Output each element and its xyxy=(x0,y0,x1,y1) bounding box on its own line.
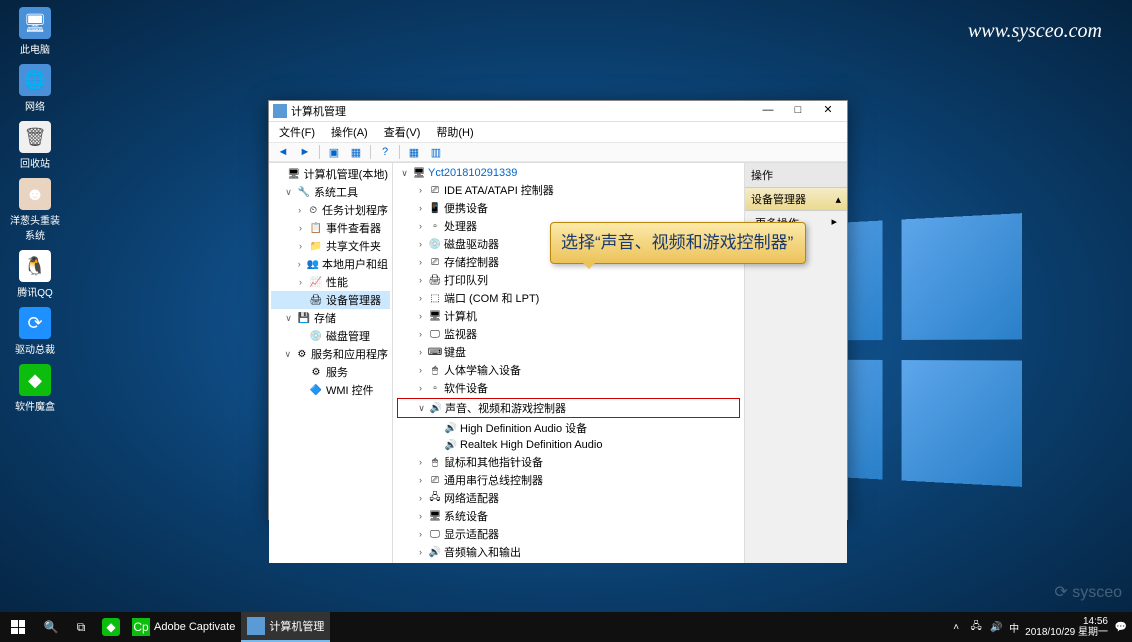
tree-services[interactable]: ⚙服务 xyxy=(271,363,390,381)
taskbar-captivate[interactable]: CpAdobe Captivate xyxy=(126,612,241,642)
taskbar: 🔍 ⧉ ◆ CpAdobe Captivate 计算机管理 ˄ 🖧 🔊 中 14… xyxy=(0,612,1132,642)
dev-hda[interactable]: 🔊High Definition Audio 设备 xyxy=(393,419,744,437)
this-pc-icon[interactable]: 🖥此电脑 xyxy=(5,5,65,58)
tree-performance[interactable]: ›📈性能 xyxy=(271,273,390,291)
tree-disk-management[interactable]: 💿磁盘管理 xyxy=(271,327,390,345)
dev-display[interactable]: ›🖵显示适配器 xyxy=(393,525,744,543)
tree-shared-folders[interactable]: ›📁共享文件夹 xyxy=(271,237,390,255)
app-launcher-button[interactable]: ◆ xyxy=(96,612,126,642)
tree-root[interactable]: 🖥计算机管理(本地) xyxy=(271,165,390,183)
chevron-right-icon: ▸ xyxy=(831,215,837,231)
tree-local-users[interactable]: ›👥本地用户和组 xyxy=(271,255,390,273)
desktop-icons: 🖥此电脑 🌐网络 🗑回收站 ☻洋葱头重装系统 🐧腾讯QQ ⟳驱动总裁 ◆软件魔盒 xyxy=(5,5,65,415)
dev-mice[interactable]: ›🖱鼠标和其他指针设备 xyxy=(393,453,744,471)
taskbar-clock[interactable]: 14:56 2018/10/29 星期一 xyxy=(1025,616,1108,638)
dev-keyboards[interactable]: ›⌨键盘 xyxy=(393,343,744,361)
toolbar: ◄ ► ▣ ▦ ? ▦ ▥ xyxy=(269,142,847,162)
dev-usb[interactable]: ›⎚通用串行总线控制器 xyxy=(393,471,744,489)
help-button[interactable]: ? xyxy=(375,143,395,161)
task-view-button[interactable]: ⧉ xyxy=(66,612,96,642)
view-button[interactable]: ▦ xyxy=(346,143,366,161)
dev-root[interactable]: ∨🖥Yct201810291339 xyxy=(393,165,744,181)
onion-reinstall-icon[interactable]: ☻洋葱头重装系统 xyxy=(5,176,65,244)
dev-realtek[interactable]: 🔊Realtek High Definition Audio xyxy=(393,437,744,453)
menu-view[interactable]: 查看(V) xyxy=(378,122,427,142)
search-button[interactable]: 🔍 xyxy=(36,612,66,642)
computer-management-window: 计算机管理 — □ ✕ 文件(F) 操作(A) 查看(V) 帮助(H) ◄ ► … xyxy=(268,100,848,520)
actions-section[interactable]: 设备管理器▴ xyxy=(745,188,847,211)
tray-network-icon[interactable]: 🖧 xyxy=(969,620,983,634)
driver-master-icon[interactable]: ⟳驱动总裁 xyxy=(5,305,65,358)
up-button[interactable]: ▣ xyxy=(324,143,344,161)
software-box-icon[interactable]: ◆软件魔盒 xyxy=(5,362,65,415)
dev-software[interactable]: ›▫软件设备 xyxy=(393,379,744,397)
console-tree[interactable]: 🖥计算机管理(本地) ∨🔧系统工具 ›⏲任务计划程序 ›📋事件查看器 ›📁共享文… xyxy=(269,163,393,563)
tree-device-manager[interactable]: 🖨设备管理器 xyxy=(271,291,390,309)
dev-ide[interactable]: ›⎚IDE ATA/ATAPI 控制器 xyxy=(393,181,744,199)
props-button[interactable]: ▥ xyxy=(426,143,446,161)
network-icon[interactable]: 🌐网络 xyxy=(5,62,65,115)
dev-sound[interactable]: ∨🔊声音、视频和游戏控制器 xyxy=(398,399,739,417)
refresh-button[interactable]: ▦ xyxy=(404,143,424,161)
tree-system-tools[interactable]: ∨🔧系统工具 xyxy=(271,183,390,201)
menu-help[interactable]: 帮助(H) xyxy=(430,122,479,142)
dev-monitors[interactable]: ›🖵监视器 xyxy=(393,325,744,343)
ime-indicator[interactable]: 中 xyxy=(1009,620,1019,635)
start-button[interactable] xyxy=(0,612,36,642)
watermark-brand: ⟳ sysceo xyxy=(1054,582,1122,602)
tree-storage[interactable]: ∨💾存储 xyxy=(271,309,390,327)
tree-wmi[interactable]: 🔷WMI 控件 xyxy=(271,381,390,399)
dev-ports[interactable]: ›⬚端口 (COM 和 LPT) xyxy=(393,289,744,307)
dev-computer[interactable]: ›🖥计算机 xyxy=(393,307,744,325)
menu-action[interactable]: 操作(A) xyxy=(325,122,374,142)
close-button[interactable]: ✕ xyxy=(813,101,843,121)
forward-button[interactable]: ► xyxy=(295,143,315,161)
system-tray: ˄ 🖧 🔊 中 14:56 2018/10/29 星期一 💬 xyxy=(945,616,1132,638)
maximize-button[interactable]: □ xyxy=(783,101,813,121)
instruction-callout: 选择“声音、视频和游戏控制器” xyxy=(550,222,806,264)
tree-event-viewer[interactable]: ›📋事件查看器 xyxy=(271,219,390,237)
watermark-url: www.sysceo.com xyxy=(968,20,1102,43)
dev-network[interactable]: ›🖧网络适配器 xyxy=(393,489,744,507)
notification-icon[interactable]: 💬 xyxy=(1114,620,1128,634)
dev-system[interactable]: ›🖥系统设备 xyxy=(393,507,744,525)
dev-audio-io[interactable]: ›🔊音频输入和输出 xyxy=(393,543,744,561)
actions-header: 操作 xyxy=(745,163,847,188)
dev-print-queues[interactable]: ›🖨打印队列 xyxy=(393,271,744,289)
dev-portable[interactable]: ›📱便携设备 xyxy=(393,199,744,217)
tray-volume-icon[interactable]: 🔊 xyxy=(989,620,1003,634)
recycle-bin-icon[interactable]: 🗑回收站 xyxy=(5,119,65,172)
tray-chevron-icon[interactable]: ˄ xyxy=(949,620,963,634)
app-icon xyxy=(273,104,287,118)
menu-file[interactable]: 文件(F) xyxy=(273,122,321,142)
taskbar-compmgmt[interactable]: 计算机管理 xyxy=(241,612,330,642)
back-button[interactable]: ◄ xyxy=(273,143,293,161)
minimize-button[interactable]: — xyxy=(753,101,783,121)
window-title: 计算机管理 xyxy=(291,103,753,119)
tencent-qq-icon[interactable]: 🐧腾讯QQ xyxy=(5,248,65,301)
highlight-box: ∨🔊声音、视频和游戏控制器 xyxy=(397,398,740,418)
collapse-icon[interactable]: ▴ xyxy=(835,193,841,206)
menubar: 文件(F) 操作(A) 查看(V) 帮助(H) xyxy=(269,122,847,142)
titlebar[interactable]: 计算机管理 — □ ✕ xyxy=(269,101,847,122)
tree-task-scheduler[interactable]: ›⏲任务计划程序 xyxy=(271,201,390,219)
dev-hid[interactable]: ›🖱人体学输入设备 xyxy=(393,361,744,379)
tree-services-apps[interactable]: ∨⚙服务和应用程序 xyxy=(271,345,390,363)
